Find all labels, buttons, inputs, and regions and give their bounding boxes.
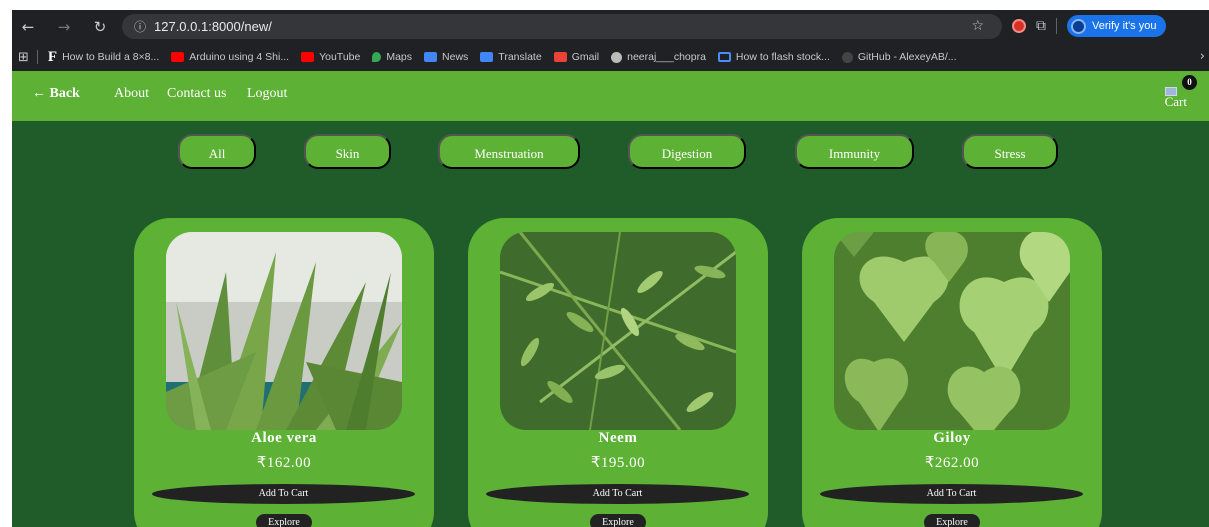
page-content: ← Back About Contact us Logout Cart 0 Al… <box>12 71 1209 527</box>
extensions-puzzle-icon[interactable]: ⧉ <box>1036 18 1046 34</box>
filter-all-button[interactable]: All <box>178 134 256 169</box>
bookmark-item[interactable]: Gmail <box>553 51 599 63</box>
cart-broken-image: Cart <box>1164 87 1187 108</box>
omnibox[interactable]: ⓘ 127.0.0.1:8000/new/ ☆ <box>122 14 1002 39</box>
bookmark-item[interactable]: News <box>424 51 468 63</box>
filter-stress-button[interactable]: Stress <box>962 134 1058 169</box>
bookmark-item[interactable]: neeraj___chopra <box>611 51 706 63</box>
product-price: ₹262.00 <box>924 455 980 471</box>
add-to-cart-button[interactable]: Add To Cart <box>820 484 1083 504</box>
bookmark-item[interactable]: Arduino using 4 Shi... <box>171 51 289 63</box>
browser-forward-icon[interactable]: → <box>52 18 76 36</box>
contact-link[interactable]: Contact us <box>167 86 227 102</box>
f-logo-icon: F <box>47 48 58 65</box>
bookmark-favicon-icon <box>717 52 731 62</box>
product-card-aloe-vera[interactable]: Aloe vera ₹162.00 Add To Cart Explore <box>134 218 434 527</box>
bookmarks-separator <box>36 50 38 64</box>
verify-profile-button[interactable]: Verify it's you <box>1067 15 1167 37</box>
bookmark-favicon-icon <box>171 52 185 62</box>
product-name: Aloe vera <box>251 430 317 446</box>
bookmark-item[interactable]: YouTube <box>301 51 360 63</box>
explore-button[interactable]: Explore <box>256 514 312 527</box>
neem-image <box>500 232 736 430</box>
reload-icon[interactable]: ↻ <box>88 18 112 36</box>
product-name: Giloy <box>933 430 971 446</box>
product-image[interactable] <box>500 232 736 430</box>
bookmark-item[interactable]: Translate <box>480 51 542 63</box>
add-to-cart-button[interactable]: Add To Cart <box>486 484 749 504</box>
bookmarks-bar: ⊞ F How to Build a 8×8... Arduino using 4… <box>12 43 1209 71</box>
news-icon <box>424 52 438 62</box>
bookmark-item[interactable]: GitHub - AlexeyAB/... <box>841 51 957 63</box>
verify-label: Verify it's you <box>1092 20 1157 32</box>
product-card-neem[interactable]: Neem ₹195.00 Add To Cart Explore <box>468 218 768 527</box>
bookmark-item[interactable]: Maps <box>372 51 412 63</box>
logout-link[interactable]: Logout <box>247 86 287 102</box>
url-text[interactable]: 127.0.0.1:8000/new/ <box>154 19 272 34</box>
filter-skin-button[interactable]: Skin <box>304 134 391 169</box>
translate-icon <box>480 52 494 62</box>
filter-immunity-button[interactable]: Immunity <box>795 134 914 169</box>
youtube-icon <box>301 52 315 62</box>
site-info-icon[interactable]: ⓘ <box>134 18 154 35</box>
gmail-icon <box>553 52 567 62</box>
giloy-image <box>834 232 1070 430</box>
bookmark-item[interactable]: How to flash stock... <box>717 51 830 63</box>
instagram-icon <box>611 51 623 63</box>
aloe-vera-image <box>166 232 402 430</box>
bookmark-star-icon[interactable]: ☆ <box>971 18 984 34</box>
product-card-giloy[interactable]: Giloy ₹262.00 Add To Cart Explore <box>802 218 1102 527</box>
browser-back-icon[interactable]: ← <box>16 18 40 36</box>
top-navbar: ← Back About Contact us Logout Cart 0 <box>12 71 1209 121</box>
apps-grid-icon[interactable]: ⊞ <box>18 50 29 65</box>
product-name: Neem <box>598 430 638 446</box>
product-image[interactable] <box>834 232 1070 430</box>
about-link[interactable]: About <box>114 86 149 102</box>
explore-button[interactable]: Explore <box>590 514 646 527</box>
browser-chrome: ← → ↻ ⓘ 127.0.0.1:8000/new/ ☆ ⧉ Verify i… <box>12 10 1209 71</box>
product-price: ₹162.00 <box>256 455 312 471</box>
extension-icon[interactable] <box>1012 19 1026 33</box>
add-to-cart-button[interactable]: Add To Cart <box>152 484 415 504</box>
product-price: ₹195.00 <box>590 455 646 471</box>
filter-menstruation-button[interactable]: Menstruation <box>438 134 580 169</box>
back-link[interactable]: ← Back <box>32 86 80 102</box>
explore-button[interactable]: Explore <box>924 514 980 527</box>
cart-button[interactable]: Cart 0 <box>1147 75 1197 119</box>
product-image[interactable] <box>166 232 402 430</box>
more-bookmarks-icon[interactable]: › <box>1200 49 1205 64</box>
bookmark-item[interactable]: F How to Build a 8×8... <box>48 49 159 66</box>
toolbar-separator <box>1056 18 1057 34</box>
profile-avatar-icon <box>1071 18 1086 34</box>
github-icon <box>841 51 853 63</box>
maps-icon <box>372 52 382 62</box>
cart-count-badge: 0 <box>1182 75 1197 90</box>
address-bar-row: ← → ↻ ⓘ 127.0.0.1:8000/new/ ☆ ⧉ Verify i… <box>12 10 1209 43</box>
filter-digestion-button[interactable]: Digestion <box>628 134 746 169</box>
